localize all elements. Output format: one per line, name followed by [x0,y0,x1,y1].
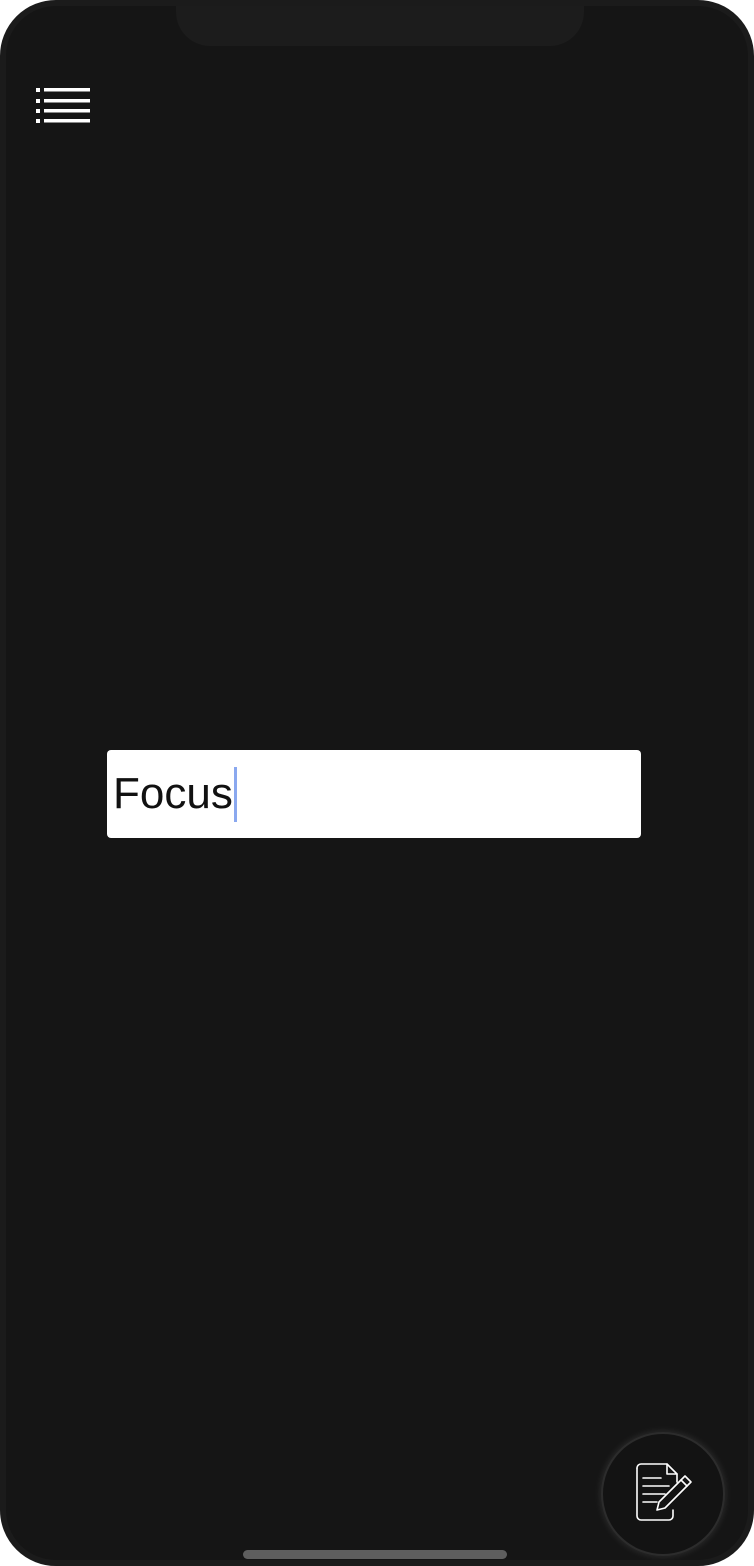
text-caret [233,766,237,822]
menu-button[interactable] [36,82,98,128]
compose-button[interactable] [601,1432,725,1556]
list-menu-icon [36,82,98,128]
device-notch [176,6,584,46]
home-indicator[interactable] [243,1550,507,1559]
note-edit-icon [631,1460,695,1529]
title-input[interactable]: Focus [107,750,641,838]
app-screen: Focus [0,0,754,1566]
title-input-value: Focus [113,769,233,818]
